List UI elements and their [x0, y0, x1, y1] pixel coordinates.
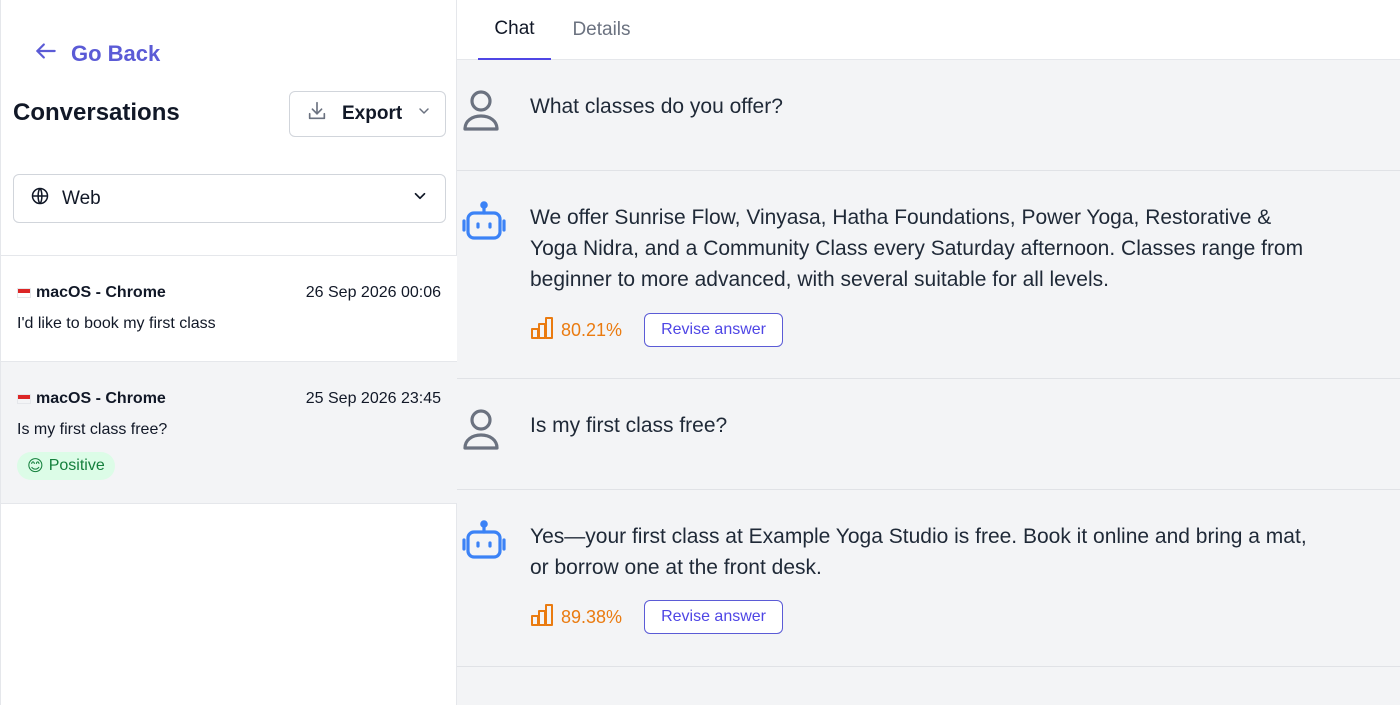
user-message: Is my first class free?	[457, 379, 1400, 490]
flag-icon	[17, 288, 31, 298]
message-text: Is my first class free?	[530, 414, 728, 437]
user-icon	[461, 88, 501, 137]
globe-icon	[30, 186, 50, 212]
tab-bar: Chat Details	[457, 0, 1400, 60]
confidence-score: 80.21%	[530, 316, 622, 345]
sentiment-badge: 😊 Positive	[17, 452, 115, 480]
conversation-device: macOS - Chrome	[36, 284, 166, 301]
download-icon	[306, 100, 328, 128]
conversation-date: 25 Sep 2026 23:45	[305, 390, 441, 407]
conversation-item-selected[interactable]: macOS - Chrome 25 Sep 2026 23:45 Is my f…	[1, 362, 457, 504]
bot-message: Yes—your first class at Example Yoga Stu…	[457, 490, 1400, 667]
chevron-down-icon	[411, 187, 429, 211]
smiley-icon: 😊	[27, 458, 44, 475]
answer-meta: 89.38% Revise answer	[530, 600, 783, 634]
channel-select-value: Web	[62, 187, 101, 209]
message-text: We offer Sunrise Flow, Vinyasa, Hatha Fo…	[530, 206, 1304, 291]
channel-select[interactable]: Web	[13, 174, 446, 223]
conversation-item[interactable]: macOS - Chrome 26 Sep 2026 00:06 I'd lik…	[1, 256, 457, 362]
bot-message: We offer Sunrise Flow, Vinyasa, Hatha Fo…	[457, 171, 1400, 379]
chat-panel: Chat Details What classes do you offer? …	[457, 0, 1400, 705]
confidence-value: 89.38%	[561, 606, 623, 627]
user-message: What classes do you offer?	[457, 60, 1400, 171]
robot-icon	[461, 201, 507, 246]
conversation-device: macOS - Chrome	[36, 390, 166, 407]
conversation-date: 26 Sep 2026 00:06	[305, 284, 441, 301]
tab-details[interactable]: Details	[560, 0, 643, 60]
conversation-preview: Is my first class free?	[17, 421, 168, 438]
bar-chart-icon	[530, 603, 554, 632]
message-text: Yes—your first class at Example Yoga Stu…	[530, 525, 1307, 579]
export-label: Export	[342, 103, 403, 124]
robot-icon	[461, 520, 507, 565]
export-button[interactable]: Export	[289, 91, 446, 137]
flag-icon	[17, 394, 31, 404]
conversation-preview: I'd like to book my first class	[17, 315, 216, 332]
bar-chart-icon	[530, 316, 554, 345]
conversation-list: macOS - Chrome 26 Sep 2026 00:06 I'd lik…	[1, 255, 457, 504]
confidence-score: 89.38%	[530, 603, 622, 632]
chevron-down-icon	[416, 103, 432, 125]
revise-answer-button[interactable]: Revise answer	[644, 600, 783, 634]
confidence-value: 80.21%	[561, 319, 623, 340]
revise-answer-button[interactable]: Revise answer	[644, 313, 783, 347]
user-icon	[461, 407, 501, 456]
tab-chat[interactable]: Chat	[478, 0, 551, 60]
message-text: What classes do you offer?	[530, 95, 783, 118]
go-back-label: Go Back	[71, 41, 161, 66]
conversations-sidebar: Go Back Conversations Export Web macOS -…	[0, 0, 457, 705]
arrow-left-icon	[33, 38, 59, 70]
answer-meta: 80.21% Revise answer	[530, 313, 783, 347]
sentiment-label: Positive	[48, 457, 105, 474]
page-title: Conversations	[13, 99, 180, 126]
go-back-link[interactable]: Go Back	[33, 38, 160, 70]
